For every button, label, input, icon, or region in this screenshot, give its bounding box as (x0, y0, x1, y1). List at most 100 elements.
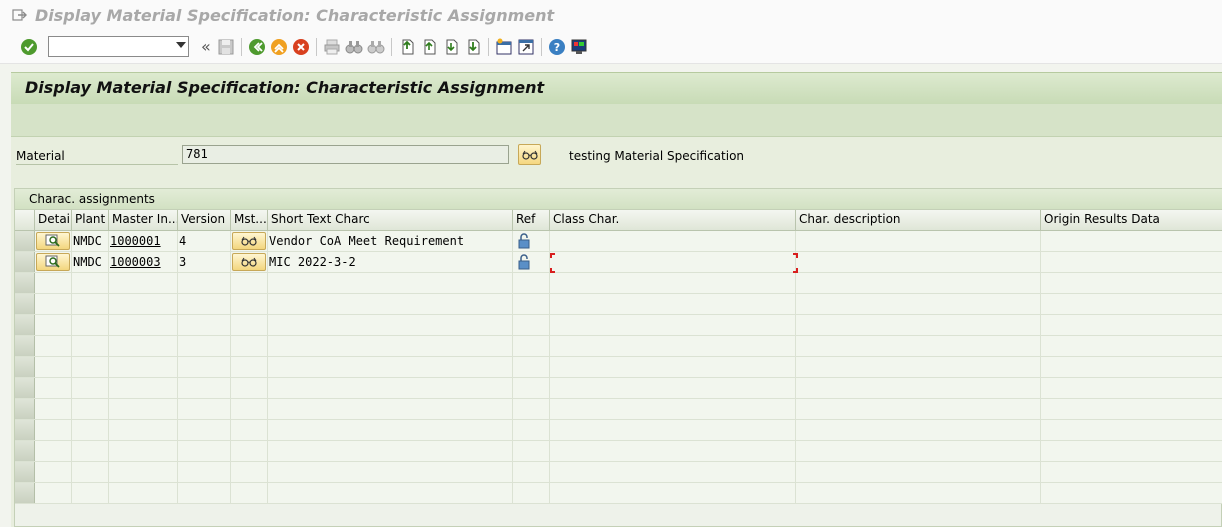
col-master-insp-cell (109, 483, 178, 503)
row-selector[interactable] (15, 357, 35, 377)
row-selector[interactable] (15, 252, 35, 272)
material-spec-button[interactable] (518, 144, 541, 165)
col-short-text-cell (268, 399, 513, 419)
col-origin-results-cell (1041, 483, 1222, 503)
detail-button[interactable] (36, 232, 70, 250)
command-field[interactable] (48, 36, 189, 57)
row-selector[interactable] (15, 231, 35, 251)
col-version-cell (178, 357, 231, 377)
command-input[interactable] (49, 37, 169, 56)
charac-assignments-table: Charac. assignments Detail Plant Master In… (14, 188, 1222, 527)
row-selector[interactable] (15, 462, 35, 482)
col-master-insp-cell (109, 273, 178, 293)
spectacles-icon (241, 257, 257, 267)
exit-icon[interactable] (270, 38, 288, 56)
row-selector[interactable] (15, 399, 35, 419)
material-field[interactable]: 781 (182, 145, 509, 164)
col-plant-header[interactable]: Plant (72, 210, 109, 231)
col-master-insp-value[interactable]: 1000003 (110, 255, 161, 269)
row-selector[interactable] (15, 441, 35, 461)
col-char-desc-cell (796, 252, 1041, 272)
col-detail-header[interactable]: Detail (35, 210, 72, 231)
col-origin-results-cell (1041, 462, 1222, 482)
back-icon[interactable] (248, 38, 266, 56)
col-class-char-cell (550, 420, 796, 440)
col-plant-cell (72, 378, 109, 398)
col-origin-results-cell (1041, 357, 1222, 377)
find-icon[interactable] (345, 38, 363, 56)
col-origin-results-cell (1041, 273, 1222, 293)
last-page-icon[interactable] (464, 38, 482, 56)
row-selector[interactable] (15, 420, 35, 440)
first-page-icon[interactable] (398, 38, 416, 56)
col-version-header[interactable]: Version (178, 210, 231, 231)
save-icon[interactable] (217, 38, 235, 56)
print-icon[interactable] (323, 38, 341, 56)
col-short-text-cell (268, 273, 513, 293)
col-version-cell (178, 462, 231, 482)
collapse-toolbar-button[interactable]: « (201, 37, 211, 56)
col-mst-cell (231, 315, 268, 335)
col-char-desc-cell (796, 420, 1041, 440)
chevron-down-icon[interactable] (176, 42, 186, 48)
shortcut-icon[interactable] (517, 38, 535, 56)
table-row (15, 441, 1222, 462)
help-icon[interactable]: ? (548, 38, 566, 56)
col-mst-cell (231, 462, 268, 482)
col-char-desc-cell (796, 273, 1041, 293)
col-char-desc-cell (796, 336, 1041, 356)
col-class-char-header[interactable]: Class Char. (550, 210, 796, 231)
col-origin-results-cell (1041, 378, 1222, 398)
find-next-icon[interactable] (367, 38, 385, 56)
create-session-icon[interactable] (495, 38, 513, 56)
row-selector[interactable] (15, 378, 35, 398)
col-version-value: 4 (179, 234, 187, 248)
row-selector[interactable] (15, 315, 35, 335)
col-detail-cell (35, 273, 72, 293)
mst-display-button[interactable] (232, 232, 266, 250)
col-master-insp-cell (109, 378, 178, 398)
col-master-insp-value[interactable]: 1000001 (110, 234, 161, 248)
table-row (15, 483, 1222, 504)
enter-check-icon[interactable] (20, 38, 38, 56)
cancel-icon[interactable] (292, 38, 310, 56)
next-page-icon[interactable] (442, 38, 460, 56)
col-origin-results-header[interactable]: Origin Results Data (1041, 210, 1222, 231)
col-mst-cell (231, 399, 268, 419)
col-origin-results-cell (1041, 231, 1222, 251)
previous-page-icon[interactable] (420, 38, 438, 56)
col-plant-cell: NMDC (72, 252, 109, 272)
row-selector[interactable] (15, 294, 35, 314)
toolbar-separator (540, 37, 542, 56)
col-ref-cell (513, 441, 550, 461)
col-master-insp-cell (109, 420, 178, 440)
row-selector[interactable] (15, 273, 35, 293)
col-detail-cell (35, 252, 72, 272)
toolbar-separator (240, 37, 242, 56)
col-version-cell: 4 (178, 231, 231, 251)
col-detail-cell (35, 357, 72, 377)
col-ref-cell (513, 273, 550, 293)
col-version-value: 3 (179, 255, 187, 269)
col-mst-header[interactable]: Mst... (231, 210, 268, 231)
col-master-insp-header[interactable]: Master In... (109, 210, 178, 231)
col-char-desc-header[interactable]: Char. description (796, 210, 1041, 231)
select-all-button[interactable] (15, 210, 35, 231)
detail-button[interactable] (36, 253, 70, 271)
label-underline (16, 164, 178, 165)
col-version-cell (178, 420, 231, 440)
col-mst-cell (231, 336, 268, 356)
row-selector[interactable] (15, 483, 35, 503)
row-selector[interactable] (15, 336, 35, 356)
table-row: NMDC 1000001 4 Vendor CoA Meet Requirement (15, 231, 1222, 252)
table-row (15, 336, 1222, 357)
col-short-text-header[interactable]: Short Text Charc (268, 210, 513, 231)
col-master-insp-cell[interactable]: 1000001 (109, 231, 178, 251)
col-master-insp-cell[interactable]: 1000003 (109, 252, 178, 272)
customize-layout-icon[interactable] (570, 38, 588, 56)
table-row (15, 399, 1222, 420)
col-mst-cell (231, 483, 268, 503)
transaction-exit-icon[interactable] (11, 7, 27, 23)
mst-display-button[interactable] (232, 253, 266, 271)
col-ref-header[interactable]: Ref (513, 210, 550, 231)
